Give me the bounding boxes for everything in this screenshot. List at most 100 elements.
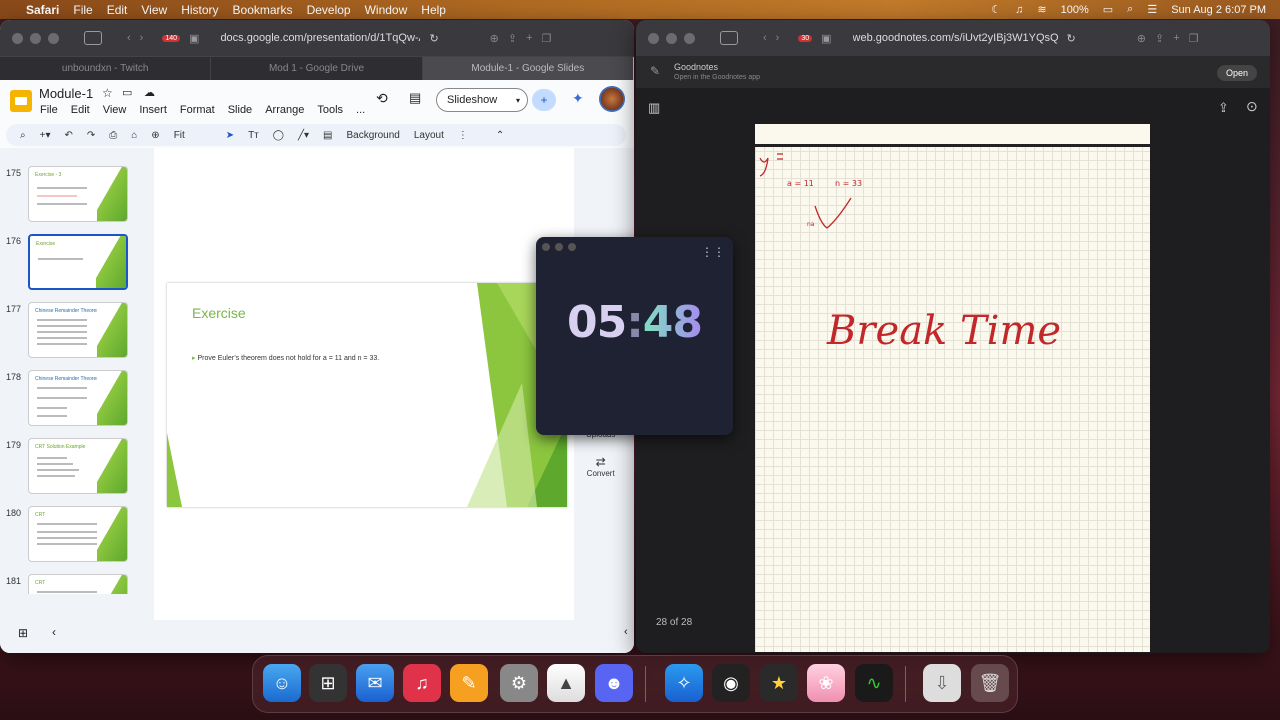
more-icon[interactable]: ⋮	[458, 130, 468, 141]
safari-icon[interactable]: ✧	[665, 664, 703, 702]
slide-thumbnail[interactable]: Chinese Remainder Theorem	[28, 370, 128, 426]
slide-thumbnail[interactable]: CRT	[28, 506, 128, 562]
filmstrip-slide-178[interactable]: 178 Chinese Remainder Theorem	[0, 370, 138, 432]
share-user-icon[interactable]: +	[532, 89, 556, 111]
address-bar[interactable]: docs.google.com/presentation/d/1TqQw-Aoi…	[220, 32, 420, 44]
chevron-down-icon[interactable]: ▾	[516, 96, 520, 105]
finder-icon[interactable]: ☺	[263, 664, 301, 702]
settings-icon[interactable]: ⚙	[500, 664, 538, 702]
slide-thumbnail-selected[interactable]: Exercise	[28, 234, 128, 290]
close-button[interactable]	[542, 243, 550, 251]
obs-icon[interactable]: ◉	[712, 664, 750, 702]
avatar[interactable]	[599, 86, 625, 112]
tab-count-badge[interactable]: 30	[798, 34, 813, 42]
tab-slides[interactable]: Module-1 - Google Slides	[422, 57, 634, 80]
line-icon[interactable]: ╱▾	[298, 130, 309, 141]
search-icon[interactable]: ⌕	[1127, 3, 1133, 16]
convert-icon[interactable]: ⇄	[586, 455, 615, 469]
menu-insert[interactable]: Insert	[139, 104, 167, 116]
reload-icon[interactable]: ↻	[1067, 32, 1076, 45]
menu-edit[interactable]: Edit	[71, 104, 90, 116]
mail-icon[interactable]: ✉	[356, 664, 394, 702]
menubar-clock[interactable]: Sun Aug 2 6:07 PM	[1171, 4, 1266, 16]
menu-slide[interactable]: Slide	[228, 104, 252, 116]
export-icon[interactable]: ⇪	[1218, 100, 1229, 116]
tab-count-badge[interactable]: 140	[162, 34, 181, 42]
slide-thumbnail[interactable]: CRT Solution Example	[28, 438, 128, 494]
menu-history[interactable]: History	[181, 3, 218, 17]
tab-drive[interactable]: Mod 1 - Google Drive	[211, 57, 423, 80]
current-slide[interactable]: Exercise Prove Euler’s theorem does not …	[167, 283, 567, 507]
redo-icon[interactable]: ↷	[87, 130, 95, 141]
menu-edit[interactable]: Edit	[107, 3, 128, 17]
menu-more[interactable]: ...	[356, 104, 365, 116]
minimize-button[interactable]	[666, 32, 677, 44]
menu-app-name[interactable]: Safari	[26, 3, 59, 17]
grid-view-icon[interactable]: ⊞	[18, 626, 28, 640]
share-icon[interactable]: ⇪	[1155, 32, 1164, 45]
select-tool-icon[interactable]: ➤	[226, 130, 234, 141]
address-bar[interactable]: web.goodnotes.com/s/iUvt2yIBj3W1YQsQEKk0…	[853, 32, 1058, 44]
filmstrip-slide-177[interactable]: 177 Chinese Remainder Theorem	[0, 302, 138, 364]
tabs-overview-icon[interactable]: ❐	[1189, 32, 1199, 45]
close-button[interactable]	[648, 32, 659, 44]
discord-icon[interactable]: ☻	[595, 664, 633, 702]
folder-icon[interactable]: ▭	[122, 86, 132, 99]
search-icon[interactable]: ⌕	[20, 130, 26, 141]
filmstrip-slide-175[interactable]: 175 Exercise - 3	[0, 166, 138, 228]
comment-icon[interactable]: ▤	[323, 130, 332, 141]
new-slide-icon[interactable]: +▾	[40, 130, 51, 141]
launchpad-icon[interactable]: ⊞	[309, 664, 347, 702]
share-icon[interactable]: ⇪	[508, 32, 517, 45]
trash-icon[interactable]: 🗑	[971, 664, 1009, 702]
undo-icon[interactable]: ↶	[64, 130, 72, 141]
forward-icon[interactable]: ›	[776, 32, 780, 44]
menu-file[interactable]: File	[73, 3, 92, 17]
filmstrip-slide-180[interactable]: 180 CRT	[0, 506, 138, 568]
sidebar-panel-icon[interactable]: ▥	[648, 100, 660, 116]
activity-icon[interactable]: ∿	[855, 664, 893, 702]
menu-view[interactable]: View	[141, 3, 167, 17]
collapse-icon[interactable]: ⌃	[496, 130, 504, 141]
convert-label[interactable]: Convert	[586, 469, 615, 478]
notes-icon[interactable]: ★	[760, 664, 798, 702]
control-center-icon[interactable]: ☰	[1147, 3, 1157, 16]
timer-widget[interactable]: ⋮⋮ 05:48	[536, 237, 733, 435]
pages-icon[interactable]: ✎	[450, 664, 488, 702]
filmstrip-slide-181[interactable]: 181 CRT	[0, 574, 138, 594]
slide-thumbnail[interactable]: Exercise - 3	[28, 166, 128, 222]
minimize-button[interactable]	[555, 243, 563, 251]
comments-icon[interactable]: ▤	[409, 90, 421, 106]
history-icon[interactable]: ⟲	[376, 90, 388, 107]
layout-button[interactable]: Layout	[414, 130, 444, 141]
menu-view[interactable]: View	[103, 104, 127, 116]
minimize-button[interactable]	[30, 32, 41, 44]
tab-twitch[interactable]: unboundxn - Twitch	[0, 57, 212, 80]
gemini-icon[interactable]: ✦	[572, 90, 584, 107]
reload-icon[interactable]: ↻	[429, 32, 438, 45]
download-icon[interactable]: ⊕	[490, 32, 499, 45]
text-box-icon[interactable]: Tт	[248, 130, 259, 141]
moon-icon[interactable]: ☾	[991, 3, 1001, 16]
menu-develop[interactable]: Develop	[307, 3, 351, 17]
new-tab-icon[interactable]: +	[1173, 32, 1179, 44]
new-tab-icon[interactable]: +	[526, 32, 532, 44]
doc-title[interactable]: Module-1	[39, 86, 93, 101]
slideshow-button[interactable]: Slideshow ▾	[436, 88, 528, 112]
expand-panel-icon[interactable]: ‹	[624, 626, 628, 638]
more-options-icon[interactable]: ⊙	[1246, 98, 1258, 115]
close-button[interactable]	[12, 32, 23, 44]
cloud-icon[interactable]: ☁	[144, 86, 155, 99]
star-icon[interactable]: ☆	[102, 86, 113, 100]
menu-window[interactable]: Window	[365, 3, 408, 17]
zoom-button[interactable]	[568, 243, 576, 251]
slides-logo-icon[interactable]	[10, 90, 32, 112]
menu-tools[interactable]: Tools	[317, 104, 343, 116]
print-icon[interactable]: ⎙	[109, 130, 117, 141]
background-button[interactable]: Background	[346, 130, 399, 141]
menu-help[interactable]: Help	[421, 3, 446, 17]
slide-thumbnail[interactable]: CRT	[28, 574, 128, 594]
zoom-select[interactable]: Fit	[174, 130, 212, 141]
menu-file[interactable]: File	[40, 104, 58, 116]
back-icon[interactable]: ‹	[127, 32, 131, 44]
